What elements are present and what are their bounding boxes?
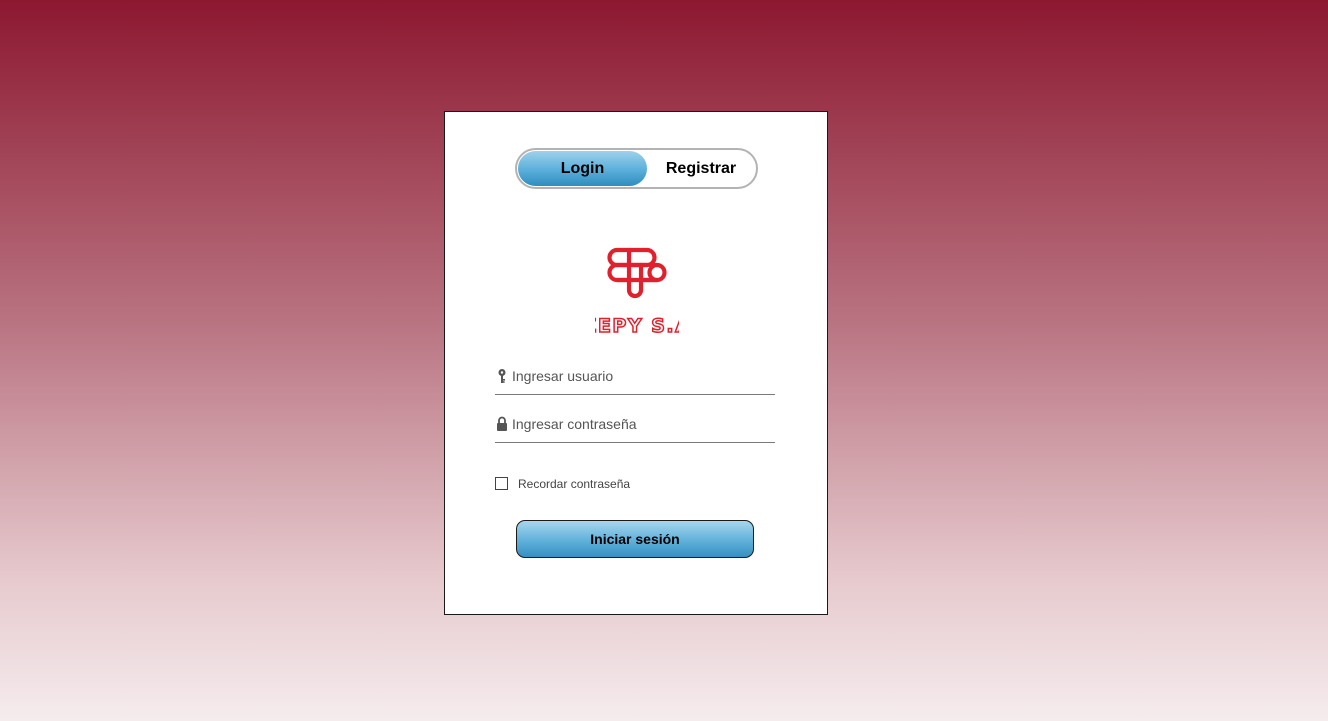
zepy-logo: ZEPY S.A bbox=[595, 247, 679, 334]
login-button[interactable]: Iniciar sesión bbox=[516, 520, 754, 558]
remember-checkbox[interactable] bbox=[495, 477, 508, 490]
auth-toggle: Login Registrar bbox=[515, 148, 758, 189]
lock-icon bbox=[497, 416, 507, 431]
key-icon bbox=[498, 369, 506, 383]
password-input[interactable] bbox=[512, 412, 770, 436]
login-card: Login Registrar ZEPY S.A bbox=[444, 111, 828, 615]
brand-name: ZEPY S.A bbox=[595, 315, 679, 334]
tab-login[interactable]: Login bbox=[518, 151, 647, 186]
remember-label: Recordar contraseña bbox=[518, 477, 631, 491]
username-field bbox=[495, 360, 775, 395]
tab-register[interactable]: Registrar bbox=[647, 151, 755, 186]
password-field bbox=[495, 408, 775, 443]
username-input[interactable] bbox=[512, 364, 770, 388]
